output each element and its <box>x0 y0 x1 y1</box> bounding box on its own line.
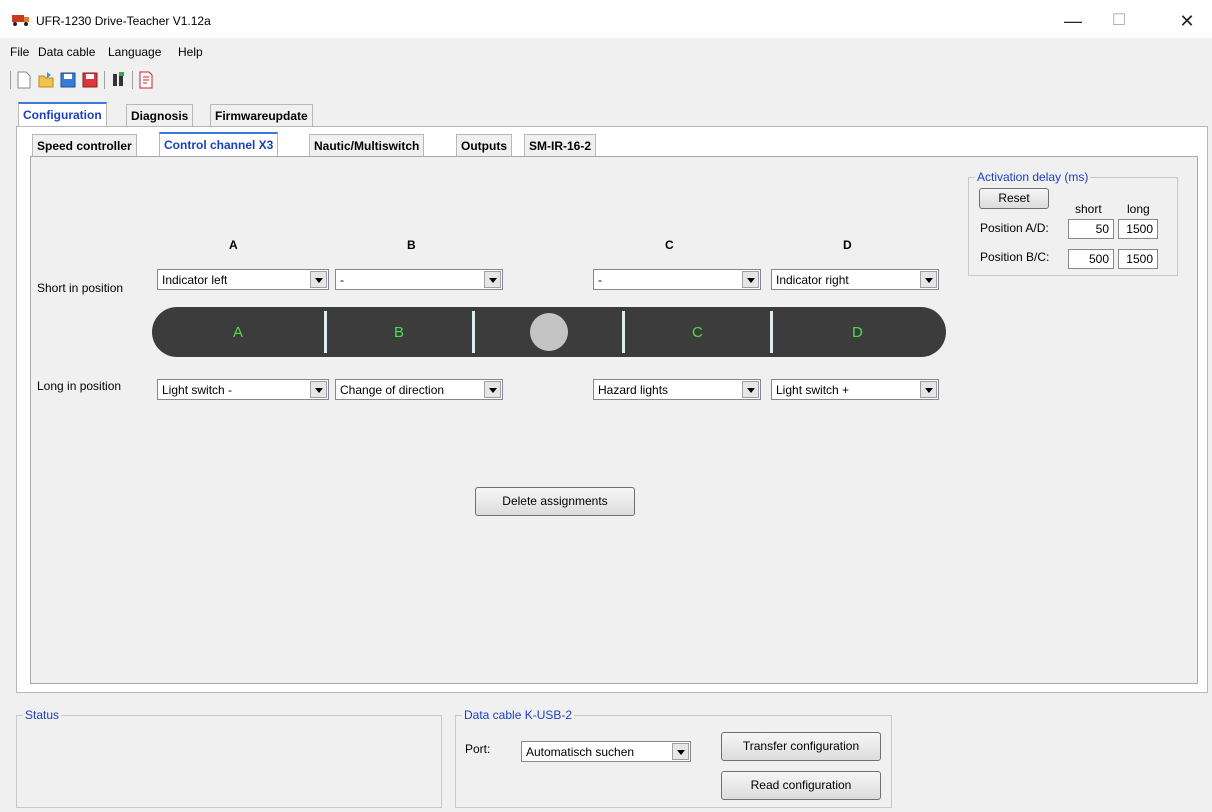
short-a-value: Indicator left <box>162 273 228 287</box>
pdf-icon[interactable] <box>138 71 154 89</box>
connect-icon[interactable] <box>110 71 126 89</box>
segment-label-c: C <box>692 324 703 341</box>
tab-control-channel-x3[interactable]: Control channel X3 <box>159 132 279 156</box>
long-b-select[interactable]: Change of direction <box>335 379 503 400</box>
chevron-down-icon[interactable] <box>484 381 501 398</box>
status-group: Status <box>16 708 442 808</box>
long-header: long <box>1127 202 1150 216</box>
title-bar: UFR-1230 Drive-Teacher V1.12a — ☐ ✕ <box>0 0 1212 38</box>
column-label-d: D <box>843 238 852 252</box>
position-bc-label: Position B/C: <box>980 250 1050 264</box>
minimize-button[interactable]: — <box>1050 8 1096 34</box>
toolbar-separator <box>104 71 105 89</box>
tab-firmwareupdate[interactable]: Firmwareupdate <box>210 104 313 126</box>
chevron-down-icon[interactable] <box>310 381 327 398</box>
long-c-value: Hazard lights <box>598 383 669 397</box>
save-icon[interactable] <box>60 71 76 89</box>
chevron-down-icon[interactable] <box>672 743 689 760</box>
stick-position-bar: A B C D <box>152 307 946 357</box>
short-header: short <box>1075 202 1102 216</box>
tab-sm-ir-16-2[interactable]: SM-IR-16-2 <box>524 134 597 156</box>
position-ad-label: Position A/D: <box>980 221 1049 235</box>
long-b-value: Change of direction <box>340 383 445 397</box>
segment-label-b: B <box>394 324 405 341</box>
position-ad-long-input[interactable]: 1500 <box>1118 219 1158 239</box>
position-bc-short-input[interactable]: 500 <box>1068 249 1114 269</box>
short-c-select[interactable]: - <box>593 269 761 290</box>
position-bc-long-input[interactable]: 1500 <box>1118 249 1158 269</box>
port-select[interactable]: Automatisch suchen <box>521 741 691 762</box>
short-b-value: - <box>340 273 344 287</box>
new-file-icon[interactable] <box>16 71 32 89</box>
reset-button[interactable]: Reset <box>979 188 1049 209</box>
activation-delay-legend: Activation delay (ms) <box>977 170 1089 184</box>
chevron-down-icon[interactable] <box>920 381 937 398</box>
column-label-b: B <box>407 238 416 252</box>
short-c-value: - <box>598 273 602 287</box>
short-in-position-label: Short in position <box>37 281 124 295</box>
menu-file[interactable]: File <box>10 45 29 59</box>
long-a-select[interactable]: Light switch - <box>157 379 329 400</box>
long-in-position-label: Long in position <box>37 379 122 393</box>
tab-configuration[interactable]: Configuration <box>18 102 107 126</box>
truck-app-icon <box>12 15 29 26</box>
menu-help[interactable]: Help <box>178 45 203 59</box>
column-label-a: A <box>229 238 238 252</box>
tab-outputs[interactable]: Outputs <box>456 134 512 156</box>
short-d-select[interactable]: Indicator right <box>771 269 939 290</box>
segment-divider <box>622 311 625 353</box>
open-folder-icon[interactable] <box>38 71 54 89</box>
status-legend: Status <box>25 708 60 722</box>
chevron-down-icon[interactable] <box>920 271 937 288</box>
menu-data-cable[interactable]: Data cable <box>38 45 95 59</box>
tab-nautic-multiswitch[interactable]: Nautic/Multiswitch <box>309 134 425 156</box>
stick-neutral-indicator <box>530 313 568 351</box>
transfer-configuration-button[interactable]: Transfer configuration <box>721 732 881 761</box>
segment-divider <box>472 311 475 353</box>
maximize-button[interactable]: ☐ <box>1096 8 1142 34</box>
segment-divider <box>324 311 327 353</box>
chevron-down-icon[interactable] <box>310 271 327 288</box>
short-d-value: Indicator right <box>776 273 849 287</box>
toolbar <box>10 68 220 92</box>
position-ad-short-input[interactable]: 50 <box>1068 219 1114 239</box>
data-cable-legend: Data cable K-USB-2 <box>464 708 573 722</box>
short-b-select[interactable]: - <box>335 269 503 290</box>
tab-speed-controller[interactable]: Speed controller <box>32 134 137 156</box>
chevron-down-icon[interactable] <box>742 381 759 398</box>
close-button[interactable]: ✕ <box>1164 8 1210 34</box>
long-d-select[interactable]: Light switch + <box>771 379 939 400</box>
column-label-c: C <box>665 238 674 252</box>
tab-diagnosis[interactable]: Diagnosis <box>126 104 194 126</box>
chevron-down-icon[interactable] <box>484 271 501 288</box>
chevron-down-icon[interactable] <box>742 271 759 288</box>
segment-label-a: A <box>233 324 244 341</box>
port-value: Automatisch suchen <box>526 745 635 759</box>
short-a-select[interactable]: Indicator left <box>157 269 329 290</box>
long-c-select[interactable]: Hazard lights <box>593 379 761 400</box>
delete-assignments-button[interactable]: Delete assignments <box>475 487 635 516</box>
segment-label-d: D <box>852 324 863 341</box>
long-d-value: Light switch + <box>776 383 850 397</box>
port-label: Port: <box>465 742 491 756</box>
long-a-value: Light switch - <box>162 383 233 397</box>
read-configuration-button[interactable]: Read configuration <box>721 771 881 800</box>
window-title: UFR-1230 Drive-Teacher V1.12a <box>36 14 211 28</box>
menu-bar: File Data cable Language Help <box>0 40 1212 64</box>
toolbar-separator <box>132 71 133 89</box>
save-as-icon[interactable] <box>82 71 98 89</box>
menu-language[interactable]: Language <box>108 45 161 59</box>
toolbar-separator <box>10 71 11 89</box>
segment-divider <box>770 311 773 353</box>
